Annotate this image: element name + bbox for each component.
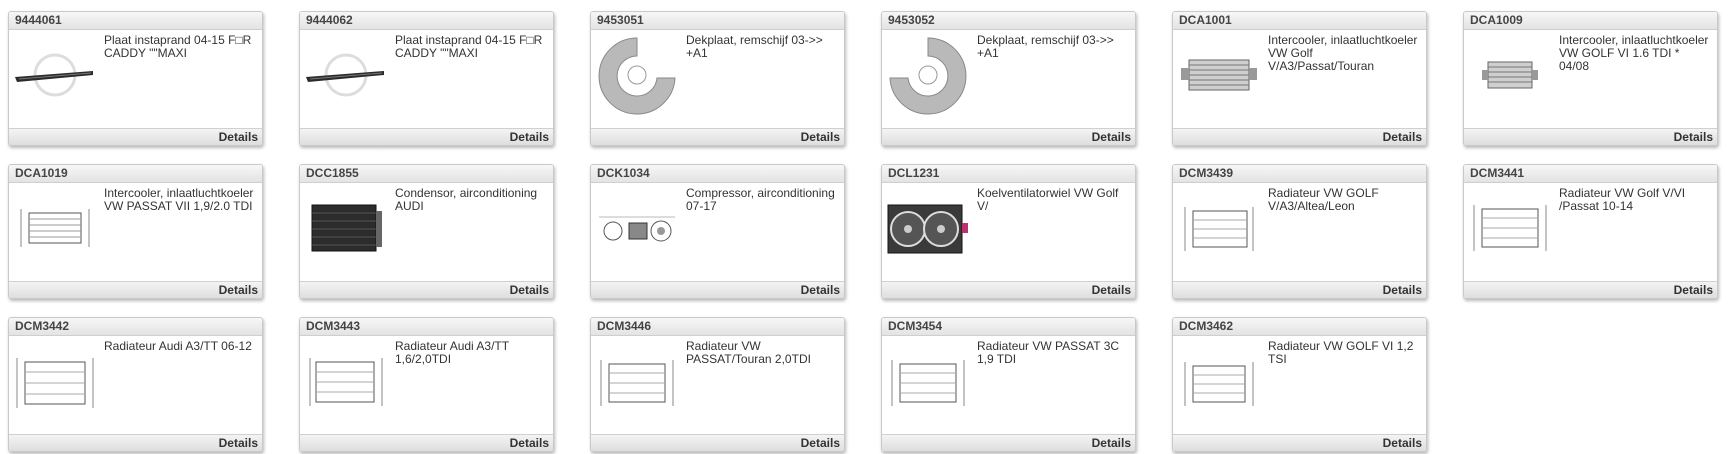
product-description: Dekplaat, remschijf 03->> +A1: [977, 33, 1114, 60]
radiator-drawing-icon: [1177, 340, 1261, 422]
product-description: Condensor, airconditioning AUDI: [395, 186, 538, 213]
radiator-drawing-icon: [13, 340, 97, 422]
product-sku: DCA1019: [9, 165, 262, 183]
details-link[interactable]: Details: [801, 283, 840, 297]
product-description: Plaat instaprand 04-15 F□R CADDY ""MAXI: [395, 33, 543, 60]
product-card[interactable]: DCA1019 Intercooler, inlaatluchtkoeler V…: [8, 164, 263, 299]
fan-icon: [886, 187, 970, 269]
brake-shield-icon: [595, 34, 679, 116]
details-link[interactable]: Details: [1383, 436, 1422, 450]
product-card[interactable]: DCL1231 Koelventilatorwiel VW Golf V/ De…: [881, 164, 1136, 299]
product-description: Compressor, airconditioning 07-17: [686, 186, 835, 213]
radiator-drawing-icon: [595, 340, 679, 422]
product-description: Intercooler, inlaatluchtkoeler VW GOLF V…: [1559, 33, 1709, 73]
product-sku: DCM3462: [1173, 318, 1426, 336]
product-card[interactable]: DCM3442 Radiateur Audi A3/TT 06-12 Detai…: [8, 317, 263, 452]
details-link[interactable]: Details: [1383, 130, 1422, 144]
product-sku: DCM3442: [9, 318, 262, 336]
product-card[interactable]: 9444061 Plaat instaprand 04-15 F□R CADDY…: [8, 11, 263, 146]
product-card[interactable]: DCC1855 Condensor, airconditioning AUDI …: [299, 164, 554, 299]
product-sku: DCA1009: [1464, 12, 1717, 30]
radiator-drawing-icon: [886, 340, 970, 422]
radiator-drawing-icon: [1177, 187, 1261, 269]
product-description: Koelventilatorwiel VW Golf V/: [977, 186, 1119, 213]
brake-shield-icon: [886, 34, 970, 116]
step-plate-icon: [13, 34, 97, 116]
product-sku: 9444061: [9, 12, 262, 30]
product-sku: DCM3454: [882, 318, 1135, 336]
product-sku: 9453052: [882, 12, 1135, 30]
details-link[interactable]: Details: [1092, 130, 1131, 144]
details-link[interactable]: Details: [219, 283, 258, 297]
product-sku: DCA1001: [1173, 12, 1426, 30]
product-sku: DCK1034: [591, 165, 844, 183]
product-sku: 9444062: [300, 12, 553, 30]
product-card[interactable]: 9453051 Dekplaat, remschijf 03->> +A1 De…: [590, 11, 845, 146]
product-card[interactable]: DCM3441 Radiateur VW Golf V/VI /Passat 1…: [1463, 164, 1718, 299]
product-description: Intercooler, inlaatluchtkoeler VW PASSAT…: [104, 186, 254, 213]
details-link[interactable]: Details: [510, 436, 549, 450]
details-link[interactable]: Details: [219, 130, 258, 144]
product-card[interactable]: 9444062 Plaat instaprand 04-15 F□R CADDY…: [299, 11, 554, 146]
product-sku: DCM3446: [591, 318, 844, 336]
details-link[interactable]: Details: [801, 436, 840, 450]
product-description: Radiateur VW GOLF V/A3/Altea/Leon: [1268, 186, 1379, 213]
product-card[interactable]: DCA1001 Intercooler, inlaatluchtkoeler V…: [1172, 11, 1427, 146]
product-description: Radiateur Audi A3/TT 1,6/2,0TDI: [395, 339, 509, 366]
product-description: Radiateur VW Golf V/VI /Passat 10-14: [1559, 186, 1686, 213]
product-card[interactable]: DCK1034 Compressor, airconditioning 07-1…: [590, 164, 845, 299]
product-description: Plaat instaprand 04-15 F□R CADDY ""MAXI: [104, 33, 252, 60]
details-link[interactable]: Details: [219, 436, 258, 450]
intercooler-icon: [1177, 34, 1261, 116]
product-sku: DCM3439: [1173, 165, 1426, 183]
step-plate-icon: [304, 34, 388, 116]
details-link[interactable]: Details: [1092, 436, 1131, 450]
compressor-icon: [595, 187, 679, 269]
product-card[interactable]: DCM3454 Radiateur VW PASSAT 3C 1,9 TDI D…: [881, 317, 1136, 452]
product-card[interactable]: DCM3443 Radiateur Audi A3/TT 1,6/2,0TDI …: [299, 317, 554, 452]
details-link[interactable]: Details: [1674, 130, 1713, 144]
product-sku: DCC1855: [300, 165, 553, 183]
intercooler-drawing-icon: [13, 187, 97, 269]
details-link[interactable]: Details: [510, 130, 549, 144]
details-link[interactable]: Details: [510, 283, 549, 297]
radiator-drawing-icon: [304, 340, 388, 422]
product-card[interactable]: 9453052 Dekplaat, remschijf 03->> +A1 De…: [881, 11, 1136, 146]
details-link[interactable]: Details: [1092, 283, 1131, 297]
product-sku: DCM3441: [1464, 165, 1717, 183]
product-description: Radiateur VW GOLF VI 1,2 TSI: [1268, 339, 1414, 366]
product-sku: 9453051: [591, 12, 844, 30]
product-description: Radiateur Audi A3/TT 06-12: [104, 339, 252, 353]
product-description: Radiateur VW PASSAT 3C 1,9 TDI: [977, 339, 1120, 366]
product-sku: DCM3443: [300, 318, 553, 336]
product-card[interactable]: DCA1009 Intercooler, inlaatluchtkoeler V…: [1463, 11, 1718, 146]
intercooler-icon: [1468, 34, 1552, 116]
product-description: Radiateur VW PASSAT/Touran 2,0TDI: [686, 339, 811, 366]
product-sku: DCL1231: [882, 165, 1135, 183]
condenser-icon: [304, 187, 388, 269]
radiator-drawing-icon: [1468, 187, 1552, 269]
product-card[interactable]: DCM3446 Radiateur VW PASSAT/Touran 2,0TD…: [590, 317, 845, 452]
product-description: Dekplaat, remschijf 03->> +A1: [686, 33, 823, 60]
details-link[interactable]: Details: [1674, 283, 1713, 297]
product-card[interactable]: DCM3439 Radiateur VW GOLF V/A3/Altea/Leo…: [1172, 164, 1427, 299]
product-description: Intercooler, inlaatluchtkoeler VW Golf V…: [1268, 33, 1418, 73]
details-link[interactable]: Details: [1383, 283, 1422, 297]
product-card[interactable]: DCM3462 Radiateur VW GOLF VI 1,2 TSI Det…: [1172, 317, 1427, 452]
details-link[interactable]: Details: [801, 130, 840, 144]
